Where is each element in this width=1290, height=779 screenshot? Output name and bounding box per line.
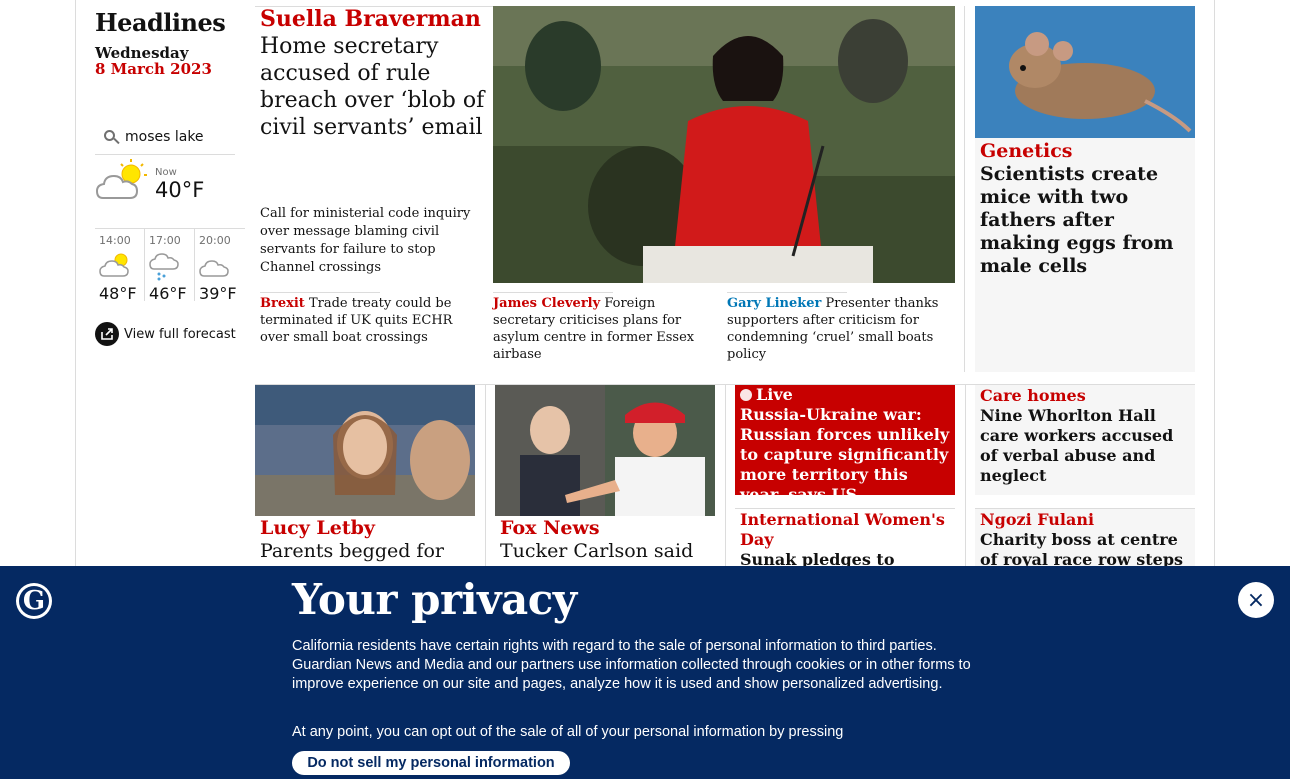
rain-cloud-icon (149, 253, 179, 281)
privacy-title: Your privacy (292, 575, 577, 624)
forecast-time: 14:00 (99, 234, 131, 247)
main-story-photo (493, 6, 955, 283)
forecast-temp: 48°F (99, 284, 137, 303)
fulani-kicker[interactable]: Ngozi Fulani (980, 510, 1094, 530)
sublink-kicker: James Cleverly (493, 296, 601, 311)
sublink-brexit[interactable]: Brexit Trade treaty could be terminated … (260, 295, 485, 346)
main-story-kicker[interactable]: Suella Braverman (260, 6, 481, 33)
mouse-photo (975, 6, 1195, 138)
section-title: Headlines (95, 8, 226, 37)
genetics-headline[interactable]: Scientists create mice with two fathers … (980, 163, 1190, 278)
cloud-icon (199, 260, 229, 277)
weather-location-search[interactable]: moses lake (95, 120, 235, 155)
guardian-logo-icon: G (16, 583, 52, 619)
sublink-kicker: Brexit (260, 296, 305, 311)
divider (493, 292, 613, 293)
partly-cloudy-icon (95, 159, 147, 199)
letby-image[interactable] (255, 385, 475, 516)
sublink-kicker: Gary Lineker (727, 296, 822, 311)
forecast-slot: 17:00 46°F (145, 229, 196, 303)
partly-sunny-icon (99, 253, 129, 277)
close-icon[interactable]: × (1238, 582, 1274, 618)
privacy-body: California residents have certain rights… (292, 638, 971, 692)
view-full-forecast-link[interactable]: View full forecast (95, 322, 236, 346)
live-dot-icon (740, 389, 752, 401)
divider (965, 384, 966, 566)
live-headline[interactable]: Russia-Ukraine war: Russian forces unlik… (740, 405, 950, 505)
divider (735, 508, 955, 509)
main-story-image[interactable] (493, 6, 955, 283)
forecast-temp: 46°F (149, 284, 187, 303)
main-story-standfirst: Call for ministerial code inquiry over m… (260, 206, 471, 275)
weather-now-label: Now (155, 167, 177, 178)
sublink-lineker[interactable]: Gary Lineker Presenter thanks supporters… (727, 295, 949, 363)
search-icon (95, 122, 125, 152)
forecast-time: 20:00 (199, 234, 231, 247)
divider (485, 384, 486, 566)
divider (727, 292, 847, 293)
main-story-headline[interactable]: Home secretary accused of rule breach ov… (260, 33, 485, 141)
divider (725, 384, 726, 566)
letby-photo (255, 385, 475, 516)
genetics-image[interactable] (975, 6, 1195, 138)
care-kicker[interactable]: Care homes (980, 386, 1086, 406)
weather-now-temp: 40°F (155, 178, 205, 202)
date-full: 8 March 2023 (95, 60, 212, 78)
iwd-kicker[interactable]: International Women's Day (740, 510, 950, 550)
sublink-cleverly[interactable]: James Cleverly Foreign secretary critici… (493, 295, 721, 363)
forecast-time: 17:00 (149, 234, 181, 247)
view-full-forecast-label[interactable]: View full forecast (124, 327, 236, 342)
forecast-slot: 14:00 48°F (95, 229, 146, 303)
divider (260, 292, 380, 293)
fox-kicker[interactable]: Fox News (500, 517, 600, 539)
care-headline[interactable]: Nine Whorlton Hall care workers accused … (980, 406, 1192, 486)
forecast-temp: 39°F (199, 284, 237, 303)
privacy-body-2: At any point, you can opt out of the sal… (292, 724, 844, 740)
external-link-icon (95, 322, 119, 346)
do-not-sell-button[interactable]: Do not sell my personal information (292, 751, 570, 775)
letby-kicker[interactable]: Lucy Letby (260, 517, 375, 539)
weather-forecast: 14:00 48°F 17:00 46°F 20:00 39°F (95, 228, 245, 303)
forecast-slot: 20:00 39°F (195, 229, 245, 303)
divider (964, 6, 965, 372)
weather-location[interactable]: moses lake (125, 129, 204, 145)
live-label: Live (756, 385, 793, 404)
letby-headline[interactable]: Parents begged for (260, 540, 480, 563)
weather-now: Now 40°F (95, 158, 235, 228)
fox-photo (495, 385, 715, 516)
genetics-kicker[interactable]: Genetics (980, 140, 1072, 162)
fox-image[interactable] (495, 385, 715, 516)
